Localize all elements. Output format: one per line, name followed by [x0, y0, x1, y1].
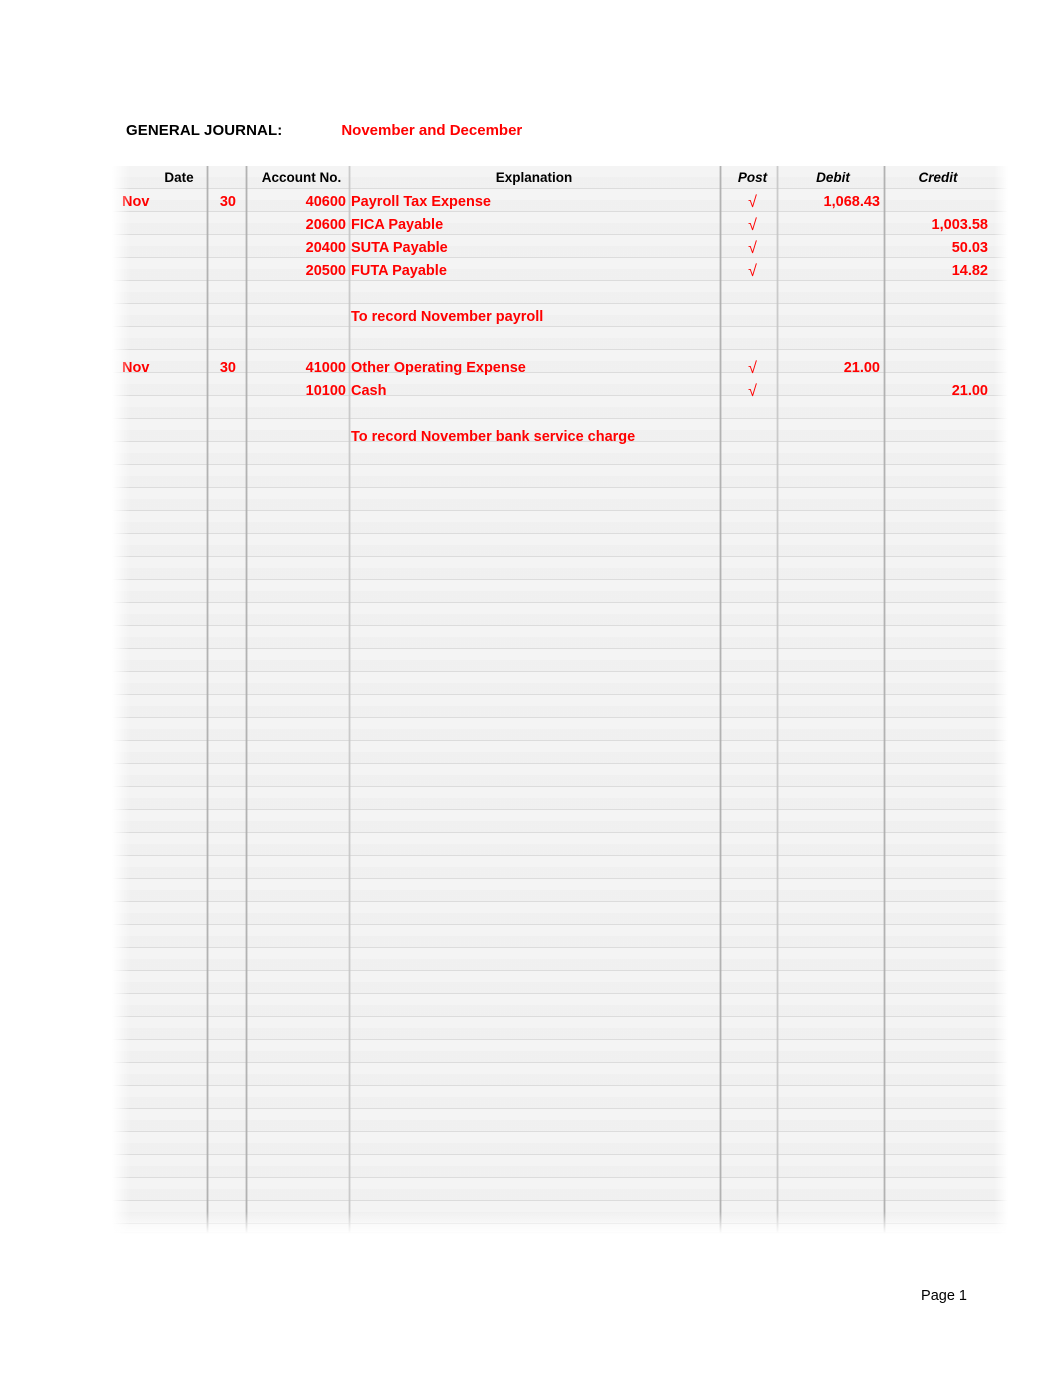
- column-header-debit: Debit: [816, 170, 850, 185]
- cell-account-no: 20600: [305, 217, 346, 233]
- cell-explanation: Cash: [351, 383, 387, 399]
- column-header-explanation: Explanation: [495, 170, 573, 185]
- cell-credit: 1,003.58: [931, 217, 988, 233]
- cell-debit: [786, 237, 880, 260]
- column-header-post: Post: [737, 170, 768, 185]
- column-header-date: Date: [164, 170, 194, 185]
- cell-account-no: 40600: [305, 194, 346, 210]
- cell-account-no: 41000: [305, 360, 346, 376]
- cell-debit: 1,068.43: [823, 194, 880, 210]
- cell-credit: [888, 357, 988, 380]
- cell-debit: [786, 214, 880, 237]
- cell-explanation: Other Operating Expense: [351, 360, 526, 376]
- page-title: GENERAL JOURNAL:: [126, 122, 283, 139]
- table-row[interactable]: 10100 Cash √ 21.00: [112, 380, 1008, 403]
- table-row[interactable]: Nov 30 40600 Payroll Tax Expense √ 1,068…: [112, 191, 1008, 214]
- general-journal-table[interactable]: Date Account No. Explanation Post Debit …: [112, 166, 1008, 1234]
- cell-credit: 21.00: [951, 383, 988, 399]
- post-check-icon: √: [748, 263, 757, 280]
- cell-explanation: FUTA Payable: [351, 263, 447, 279]
- table-row[interactable]: 20500 FUTA Payable √ 14.82: [112, 260, 1008, 283]
- post-check-icon: √: [748, 217, 757, 234]
- table-row[interactable]: 20400 SUTA Payable √ 50.03: [112, 237, 1008, 260]
- cell-account-no: 10100: [305, 383, 346, 399]
- cell-month: Nov: [122, 360, 150, 376]
- cell-day: 30: [219, 360, 236, 376]
- post-check-icon: √: [748, 360, 757, 377]
- cell-day: 30: [219, 194, 236, 210]
- journal-title-row: GENERAL JOURNAL: November and December: [126, 122, 522, 139]
- cell-month: Nov: [122, 194, 150, 210]
- post-check-icon: √: [748, 194, 757, 211]
- page-number: Page 1: [921, 1288, 967, 1304]
- cell-explanation: Payroll Tax Expense: [351, 194, 491, 210]
- table-row[interactable]: 20600 FICA Payable √ 1,003.58: [112, 214, 1008, 237]
- cell-debit: 21.00: [843, 360, 880, 376]
- cell-explanation: SUTA Payable: [351, 240, 448, 256]
- cell-memo: To record November payroll: [351, 309, 544, 325]
- cell-credit: 50.03: [951, 240, 988, 256]
- table-header-row: Date Account No. Explanation Post Debit …: [112, 166, 1008, 189]
- cell-credit: [888, 191, 988, 214]
- table-row[interactable]: Nov 30 41000 Other Operating Expense √ 2…: [112, 357, 1008, 380]
- cell-account-no: 20500: [305, 263, 346, 279]
- column-header-credit: Credit: [918, 170, 958, 185]
- post-check-icon: √: [748, 240, 757, 257]
- cell-account-no: 20400: [305, 240, 346, 256]
- post-check-icon: √: [748, 383, 757, 400]
- table-row-memo[interactable]: To record November payroll: [112, 306, 1008, 329]
- journal-period-label: November and December: [341, 122, 523, 139]
- cell-memo: To record November bank service charge: [351, 429, 636, 445]
- column-header-account-no: Account No.: [261, 170, 342, 185]
- cell-credit: 14.82: [951, 263, 988, 279]
- cell-debit: [786, 380, 880, 403]
- cell-debit: [786, 260, 880, 283]
- cell-explanation: FICA Payable: [351, 217, 444, 233]
- table-row-memo[interactable]: To record November bank service charge: [112, 426, 1008, 449]
